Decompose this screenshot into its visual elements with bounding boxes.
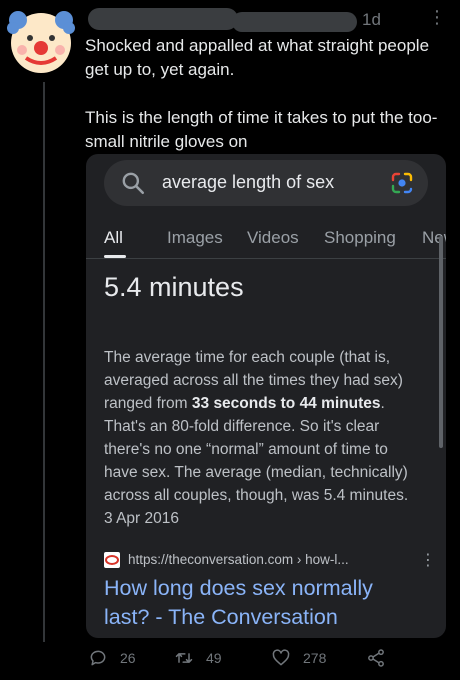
google-lens-icon[interactable] [390,171,414,195]
tab-videos[interactable]: Videos [247,228,299,248]
like-button[interactable]: 278 [271,648,326,668]
reply-button[interactable]: 26 [88,648,136,668]
search-query[interactable]: average length of sex [162,172,334,193]
redacted-username[interactable] [232,12,357,32]
clown-avatar-icon[interactable] [6,6,76,76]
reply-icon [90,650,106,666]
share-button[interactable] [366,648,398,668]
result-source[interactable]: https://theconversation.com › how-l... ⋮ [104,550,436,572]
thread-line [43,82,45,642]
tab-shopping[interactable]: Shopping [324,228,396,248]
more-options-icon[interactable]: ⋮ [428,8,446,26]
tweet-text: Shocked and appalled at what straight pe… [85,36,438,151]
heart-icon [272,649,290,666]
featured-answer: 5.4 minutes [104,272,244,302]
tab-images[interactable]: Images [167,228,223,248]
tweet-timestamp[interactable]: 1d [362,10,381,30]
result-url[interactable]: https://theconversation.com › how-l... [128,552,349,567]
search-icon [122,172,145,195]
reply-count: 26 [120,650,136,666]
redacted-display-name[interactable] [88,8,238,30]
tabs-divider [86,258,446,259]
share-icon [368,649,384,667]
retweet-count: 49 [206,650,222,666]
scrollbar[interactable] [439,236,443,448]
snippet-date: 3 Apr 2016 [104,510,179,527]
tab-all[interactable]: All [104,228,123,248]
result-title-link[interactable]: How long does sex normally last? - The C… [104,574,424,632]
retweet-button[interactable]: 49 [174,648,222,668]
tweet-actions: 26 49 278 [88,648,388,672]
attached-image[interactable]: average length of sex All Images Videos … [86,154,446,638]
retweet-icon [175,653,193,663]
featured-snippet: The average time for each couple (that i… [104,346,424,530]
theconversation-favicon-icon [104,552,120,568]
search-tabs: All Images Videos Shopping News [104,228,446,252]
search-box[interactable]: average length of sex [104,160,428,206]
like-count: 278 [303,650,327,666]
snippet-highlight: 33 seconds to 44 minutes [191,395,381,412]
result-more-icon[interactable]: ⋮ [420,550,436,570]
